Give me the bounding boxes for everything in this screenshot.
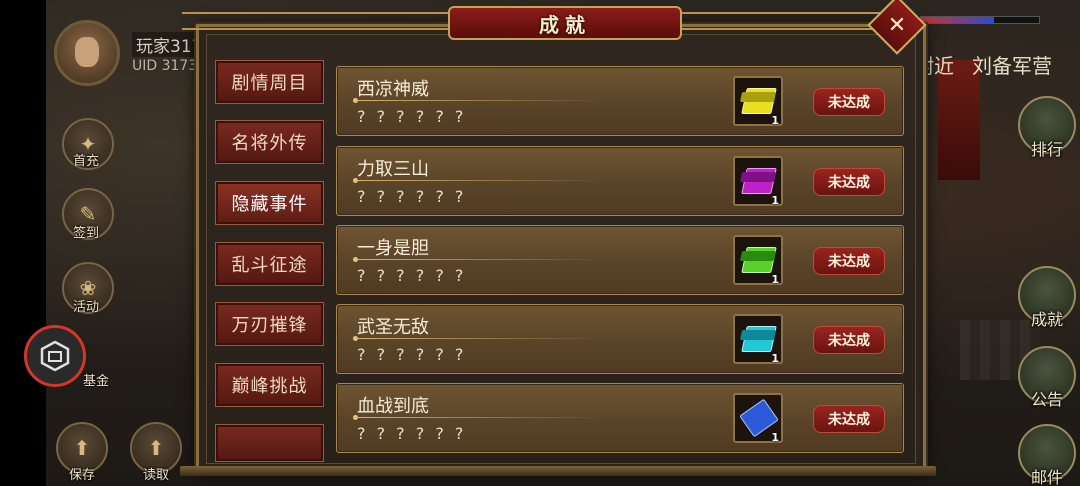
row-divider <box>355 100 605 101</box>
first-recharge-label: 首充 <box>72 154 99 169</box>
status-badge: 未达成 <box>813 326 885 354</box>
status-badge: 未达成 <box>813 247 885 275</box>
reward-slot[interactable]: 1 <box>733 156 783 207</box>
achievement-title: 力取三山 <box>357 159 429 180</box>
status-badge: 未达成 <box>813 168 885 196</box>
reward-slot[interactable]: 1 <box>733 76 783 127</box>
panel-bottom-frame <box>180 466 936 476</box>
top-gauge-fill <box>921 17 995 23</box>
status-badge: 未达成 <box>813 88 885 116</box>
sign-in-label: 签到 <box>72 226 99 241</box>
reward-count: 1 <box>771 352 779 365</box>
camp-location[interactable]: 刘备军营 <box>972 50 1052 79</box>
reward-count: 1 <box>771 273 779 286</box>
reward-count: 1 <box>771 194 779 207</box>
top-gauge <box>920 16 1040 24</box>
close-icon[interactable]: ✕ <box>876 4 918 46</box>
player-uid: UID 3173 <box>132 58 198 74</box>
panel-title-banner: 成就 <box>448 6 682 40</box>
tab-peak-challenge[interactable]: 巅峰挑战 <box>215 363 324 407</box>
achievement-desc: ? ? ? ? ? ? <box>357 187 467 206</box>
ranking-label: 排行 <box>1030 140 1063 159</box>
book-spine <box>739 172 777 182</box>
activity-label: 活动 <box>72 300 99 315</box>
screen-left-edge <box>0 0 46 486</box>
book-spine <box>739 330 777 340</box>
reward-slot[interactable]: 1 <box>733 314 783 365</box>
cube-icon <box>40 340 70 372</box>
row-divider <box>355 180 605 181</box>
achievement-row: 力取三山 ? ? ? ? ? ? 1 未达成 <box>336 146 904 216</box>
achievement-desc: ? ? ? ? ? ? <box>357 107 467 126</box>
row-divider <box>355 259 605 260</box>
achievement-desc: ? ? ? ? ? ? <box>357 424 467 443</box>
achievement-desc: ? ? ? ? ? ? <box>357 345 467 364</box>
achievement-title: 武圣无敌 <box>357 317 429 338</box>
title-wing-left <box>182 12 448 30</box>
achievement-desc: ? ? ? ? ? ? <box>357 266 467 285</box>
status-badge: 未达成 <box>813 405 885 433</box>
tab-blade-assault[interactable]: 万刃摧锋 <box>215 302 324 346</box>
achievement-title: 血战到底 <box>357 396 429 417</box>
panel-title: 成就 <box>539 12 591 37</box>
achievement-row: 一身是胆 ? ? ? ? ? ? 1 未达成 <box>336 225 904 295</box>
title-wing-right <box>682 12 882 30</box>
achievement-title: 一身是胆 <box>357 238 429 259</box>
tab-melee-journey[interactable]: 乱斗征途 <box>215 242 324 286</box>
mail-label: 邮件 <box>1030 468 1063 486</box>
player-avatar[interactable] <box>54 20 120 86</box>
reward-count: 1 <box>771 431 779 444</box>
tab-more[interactable] <box>215 424 324 462</box>
achievement-row: 武圣无敌 ? ? ? ? ? ? 1 未达成 <box>336 304 904 374</box>
row-divider <box>355 338 605 339</box>
floating-assistant-button[interactable] <box>24 325 86 387</box>
load-label: 读取 <box>142 468 169 483</box>
reward-slot[interactable]: 1 <box>733 393 783 444</box>
achievement-title: 西凉神威 <box>357 79 429 100</box>
achievement-label: 成就 <box>1030 310 1063 329</box>
book-spine <box>739 251 777 261</box>
tab-famous-general[interactable]: 名将外传 <box>215 120 324 164</box>
avatar-face <box>75 37 99 67</box>
tab-hidden-events[interactable]: 隐藏事件 <box>215 181 324 225</box>
reward-slot[interactable]: 1 <box>733 235 783 286</box>
notice-label: 公告 <box>1030 390 1063 409</box>
row-divider <box>355 417 605 418</box>
reward-count: 1 <box>771 114 779 127</box>
book-spine <box>739 92 777 102</box>
achievement-row: 西凉神威 ? ? ? ? ? ? 1 未达成 <box>336 66 904 136</box>
achievement-row: 血战到底 ? ? ? ? ? ? 1 未达成 <box>336 383 904 453</box>
tab-story[interactable]: 剧情周目 <box>215 60 324 104</box>
save-label: 保存 <box>68 468 95 483</box>
